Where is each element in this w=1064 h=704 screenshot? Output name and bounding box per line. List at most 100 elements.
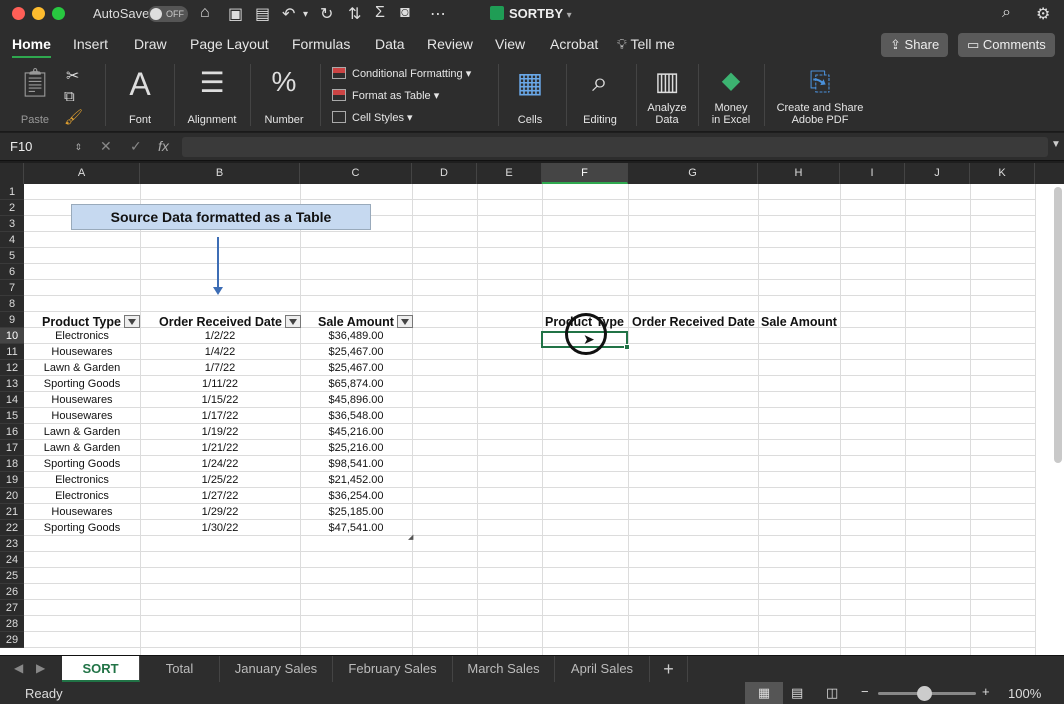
zoom-slider-knob[interactable] bbox=[917, 686, 932, 701]
comments-button[interactable]: ▭ Comments bbox=[958, 33, 1055, 57]
table-cell[interactable]: 1/11/22 bbox=[140, 376, 300, 392]
table-cell[interactable]: Housewares bbox=[24, 392, 140, 408]
table-cell[interactable]: $98,541.00 bbox=[300, 456, 412, 472]
next-sheet-icon[interactable]: ▶ bbox=[36, 661, 45, 675]
row-header[interactable]: 23 bbox=[0, 536, 24, 552]
row-header[interactable]: 11 bbox=[0, 344, 24, 360]
number-button[interactable]: % Number bbox=[258, 58, 310, 132]
tab-view[interactable]: View bbox=[495, 36, 525, 52]
column-header[interactable]: G bbox=[628, 163, 758, 184]
undo-dropdown-icon[interactable]: ▾ bbox=[303, 9, 308, 20]
row-header[interactable]: 12 bbox=[0, 360, 24, 376]
table-cell[interactable]: 1/30/22 bbox=[140, 520, 300, 536]
format-as-table-button[interactable]: Format as Table ▾ bbox=[332, 89, 439, 102]
table-cell[interactable]: $65,874.00 bbox=[300, 376, 412, 392]
row-header[interactable]: 19 bbox=[0, 472, 24, 488]
tab-page-layout[interactable]: Page Layout bbox=[190, 36, 269, 52]
zoom-level[interactable]: 100% bbox=[1008, 686, 1041, 701]
table-cell[interactable]: Lawn & Garden bbox=[24, 440, 140, 456]
zoom-in-button[interactable]: + bbox=[982, 684, 990, 699]
row-header[interactable]: 26 bbox=[0, 584, 24, 600]
tell-me-field[interactable]: 💡︎ Tell me bbox=[617, 36, 675, 53]
row-header[interactable]: 1 bbox=[0, 184, 24, 200]
row-header[interactable]: 4 bbox=[0, 232, 24, 248]
sort-icon[interactable]: ⇅ bbox=[348, 4, 361, 24]
home-icon[interactable]: ⌂ bbox=[200, 4, 210, 22]
tab-insert[interactable]: Insert bbox=[73, 36, 108, 52]
row-header[interactable]: 22 bbox=[0, 520, 24, 536]
filter-dropdown-icon[interactable] bbox=[396, 315, 413, 328]
cells-button[interactable]: ▦ Cells bbox=[505, 58, 555, 132]
save-as-icon[interactable]: ▤ bbox=[255, 4, 270, 24]
analyze-data-button[interactable]: ▥ Analyze Data bbox=[642, 58, 692, 132]
row-header[interactable]: 28 bbox=[0, 616, 24, 632]
row-header[interactable]: 25 bbox=[0, 568, 24, 584]
table-cell[interactable]: 1/21/22 bbox=[140, 440, 300, 456]
table-cell[interactable]: Sporting Goods bbox=[24, 456, 140, 472]
filter-dropdown-icon[interactable] bbox=[123, 315, 140, 328]
table-cell[interactable]: $25,185.00 bbox=[300, 504, 412, 520]
table-cell[interactable]: Electronics bbox=[24, 472, 140, 488]
zoom-out-button[interactable]: − bbox=[861, 684, 869, 699]
table-resize-handle[interactable]: ◢ bbox=[408, 533, 413, 541]
table-cell[interactable]: Housewares bbox=[24, 408, 140, 424]
search-icon[interactable]: ⌕ bbox=[1002, 4, 1011, 22]
vertical-scrollbar[interactable] bbox=[1054, 187, 1062, 463]
copy-icon[interactable]: ⧉ bbox=[64, 88, 75, 105]
font-button[interactable]: A Font bbox=[115, 58, 165, 132]
row-header[interactable]: 18 bbox=[0, 456, 24, 472]
table-cell[interactable]: 1/27/22 bbox=[140, 488, 300, 504]
tab-acrobat[interactable]: Acrobat bbox=[550, 36, 598, 52]
camera-icon[interactable]: ◙ bbox=[400, 4, 410, 22]
page-break-view-icon[interactable]: ◫ bbox=[826, 685, 838, 701]
prev-sheet-icon[interactable]: ◀ bbox=[14, 661, 23, 675]
tab-data[interactable]: Data bbox=[375, 36, 405, 52]
table-cell[interactable]: $36,254.00 bbox=[300, 488, 412, 504]
close-window-button[interactable] bbox=[12, 7, 25, 20]
sheet-tab-january[interactable]: January Sales bbox=[220, 656, 333, 682]
expand-formula-bar-icon[interactable]: ▼ bbox=[1051, 139, 1061, 150]
sheet-tab-sort[interactable]: SORT bbox=[62, 656, 140, 682]
format-painter-icon[interactable]: 🖌︎ bbox=[64, 108, 83, 126]
cell-styles-button[interactable]: Cell Styles ▾ bbox=[332, 111, 413, 124]
row-header[interactable]: 6 bbox=[0, 264, 24, 280]
row-header[interactable]: 21 bbox=[0, 504, 24, 520]
table-cell[interactable]: 1/29/22 bbox=[140, 504, 300, 520]
zoom-window-button[interactable] bbox=[52, 7, 65, 20]
spreadsheet-grid[interactable]: A B C D E F G H I J K 1 2 3 4 5 6 7 8 9 10 11 12 13 1… bbox=[0, 163, 1064, 655]
column-header[interactable]: A bbox=[24, 163, 140, 184]
table-cell[interactable]: $25,216.00 bbox=[300, 440, 412, 456]
row-header[interactable]: 5 bbox=[0, 248, 24, 264]
table-cell[interactable]: $47,541.00 bbox=[300, 520, 412, 536]
table-cell[interactable]: Sporting Goods bbox=[24, 520, 140, 536]
sheet-tab-february[interactable]: February Sales bbox=[333, 656, 453, 682]
account-icon[interactable]: ⚙ bbox=[1036, 4, 1050, 24]
autosave-toggle[interactable]: OFF bbox=[148, 6, 188, 22]
table-cell[interactable]: $21,452.00 bbox=[300, 472, 412, 488]
row-header[interactable]: 24 bbox=[0, 552, 24, 568]
row-header[interactable]: 9 bbox=[0, 312, 24, 328]
tab-review[interactable]: Review bbox=[427, 36, 473, 52]
create-share-pdf-button[interactable]: ⎘ Create and Share Adobe PDF bbox=[770, 58, 870, 132]
table-cell[interactable]: Housewares bbox=[24, 344, 140, 360]
row-header[interactable]: 3 bbox=[0, 216, 24, 232]
row-header[interactable]: 2 bbox=[0, 200, 24, 216]
row-header[interactable]: 27 bbox=[0, 600, 24, 616]
minimize-window-button[interactable] bbox=[32, 7, 45, 20]
autosum-icon[interactable]: Σ bbox=[375, 4, 385, 22]
row-header[interactable]: 7 bbox=[0, 280, 24, 296]
conditional-formatting-button[interactable]: Conditional Formatting ▾ bbox=[332, 67, 471, 80]
fill-handle[interactable] bbox=[624, 344, 630, 350]
output-header-sale-amount[interactable]: Sale Amount bbox=[761, 314, 837, 330]
row-header[interactable]: 14 bbox=[0, 392, 24, 408]
share-button[interactable]: ⇪ Share bbox=[881, 33, 949, 57]
column-header[interactable]: H bbox=[758, 163, 840, 184]
table-cell[interactable]: 1/4/22 bbox=[140, 344, 300, 360]
column-header[interactable]: F bbox=[542, 163, 628, 184]
table-cell[interactable]: $45,216.00 bbox=[300, 424, 412, 440]
editing-button[interactable]: ⌕ Editing bbox=[574, 58, 626, 132]
table-cell[interactable]: $25,467.00 bbox=[300, 360, 412, 376]
table-cell[interactable]: $45,896.00 bbox=[300, 392, 412, 408]
table-cell[interactable]: 1/15/22 bbox=[140, 392, 300, 408]
document-title[interactable]: SORTBY ▾ bbox=[490, 6, 572, 21]
